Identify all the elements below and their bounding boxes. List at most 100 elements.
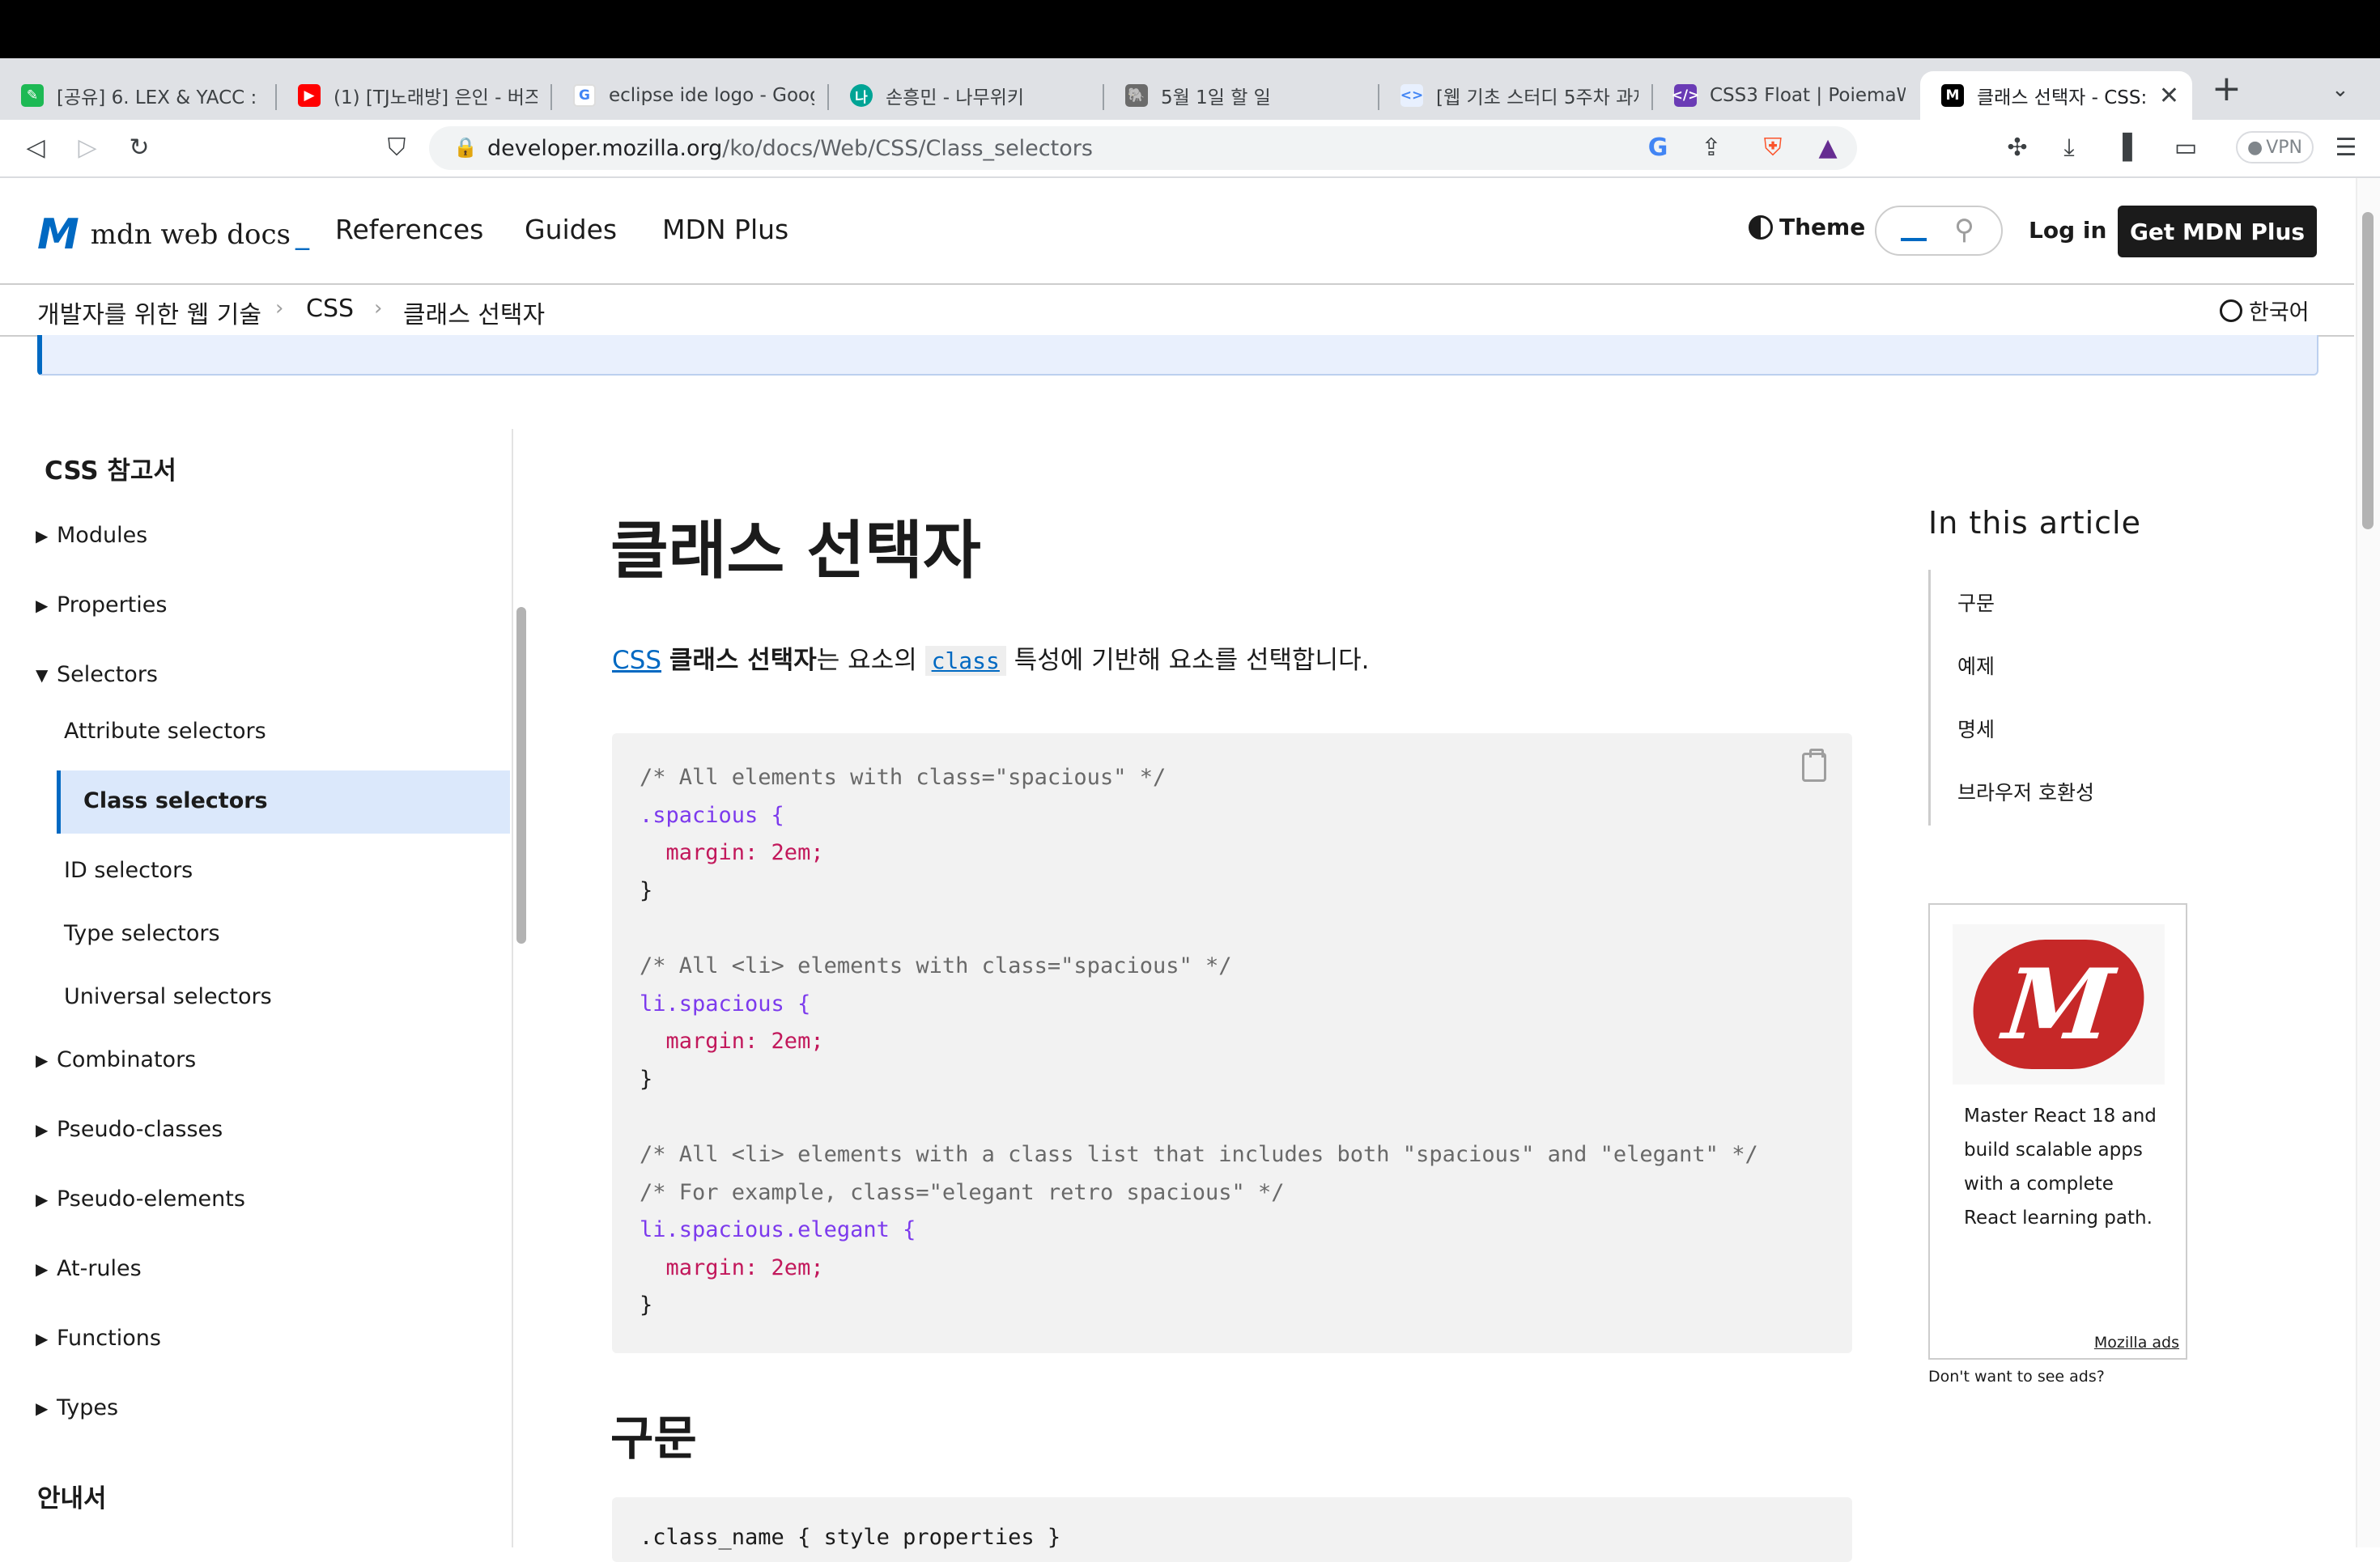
sidebar-item-class-selectors[interactable]: Class selectors	[57, 770, 510, 834]
copy-clipboard-icon[interactable]	[1802, 749, 1826, 782]
forward-arrow-icon[interactable]: ▷	[71, 131, 104, 163]
namuwiki-icon: 나	[850, 84, 873, 107]
triangle-right-icon: ▶	[36, 1259, 49, 1279]
theme-button[interactable]: Theme	[1749, 214, 1865, 240]
sidebar-toggle-icon[interactable]: ▐	[2106, 131, 2139, 163]
sidebar-scrollbar[interactable]	[516, 607, 526, 944]
download-icon[interactable]: ⤓	[2053, 131, 2085, 163]
sidebar-item-selectors[interactable]: ▼ Selectors	[36, 662, 158, 687]
sidebar-item-pseudo-elements[interactable]: ▶ Pseudo-elements	[36, 1186, 245, 1212]
page-scrollbar[interactable]	[2362, 212, 2374, 529]
browser-tab[interactable]: <> [웹 기초 스터디 5주차 과제	[1379, 71, 1651, 120]
advertisement[interactable]: M Master React 18 and build scalable app…	[1928, 903, 2187, 1360]
sidebar-item-type-selectors[interactable]: Type selectors	[64, 921, 220, 946]
triangle-right-icon: ▶	[36, 595, 49, 615]
sidebar: CSS 참고서 ▶ Modules ▶ Properties ▼ Selectors …	[0, 429, 513, 1547]
toc-divider	[1928, 570, 1931, 826]
sidebar-item-attribute-selectors[interactable]: Attribute selectors	[64, 719, 266, 744]
browser-tab[interactable]: </> CSS3 Float | PoiemaWe	[1653, 71, 1919, 120]
sidebar-item-universal-selectors[interactable]: Universal selectors	[64, 984, 272, 1009]
youtube-icon: ▶	[298, 84, 321, 107]
language-switcher[interactable]: 한국어	[2220, 295, 2310, 326]
new-tab-button[interactable]: +	[2212, 71, 2242, 107]
chevron-right-icon: ›	[275, 296, 284, 320]
sidebar-item-pseudo-classes[interactable]: ▶ Pseudo-classes	[36, 1117, 223, 1142]
code-arrows-icon: <>	[1400, 84, 1423, 107]
menu-hamburger-icon[interactable]: ☰	[2330, 131, 2362, 163]
css-link[interactable]: CSS	[612, 646, 661, 675]
back-arrow-icon[interactable]: ◁	[19, 131, 52, 163]
elephant-icon: 🐘	[1125, 84, 1148, 107]
browser-tab[interactable]: ▶ (1) [TJ노래방] 은인 - 버즈	[277, 71, 550, 120]
mozilla-ads-link[interactable]: Mozilla ads	[2094, 1334, 2179, 1352]
mdn-icon: M	[1941, 84, 1964, 107]
notice-banner	[37, 335, 2318, 376]
brave-shield-icon[interactable]: ⛨	[1757, 131, 1789, 163]
triangle-right-icon: ▶	[36, 1189, 49, 1209]
breadcrumb-item[interactable]: CSS	[306, 295, 354, 323]
poiema-icon: </>	[1672, 84, 1699, 107]
sidebar-title: CSS 참고서	[45, 456, 176, 486]
search-input[interactable]: ⚲	[1875, 206, 2003, 256]
vpn-button[interactable]: ● VPN	[2236, 131, 2314, 163]
react-course-logo-icon: M	[1966, 940, 2151, 1069]
syntax-code-block: .class_name { style properties }	[612, 1497, 1852, 1562]
bookmark-icon[interactable]: ⛉	[380, 131, 413, 163]
nav-mdn-plus[interactable]: MDN Plus	[662, 214, 788, 245]
extensions-puzzle-icon[interactable]: ✣	[2001, 131, 2034, 163]
brave-rewards-triangle-icon[interactable]: ▲	[1812, 131, 1844, 163]
browser-tab[interactable]: 🐘 5월 1일 할 일	[1104, 71, 1378, 120]
code-example: /* All elements with class="spacious" */…	[612, 733, 1852, 1353]
sidebar-item-modules[interactable]: ▶ Modules	[36, 523, 147, 548]
nav-references[interactable]: References	[335, 214, 483, 245]
ad-optout-link[interactable]: Don't want to see ads?	[1928, 1368, 2105, 1386]
theme-contrast-icon	[1749, 214, 1773, 240]
toc-title: In this article	[1928, 505, 2141, 541]
lock-icon: 🔒	[453, 136, 478, 159]
sidebar-item-id-selectors[interactable]: ID selectors	[64, 858, 193, 883]
nav-guides[interactable]: Guides	[525, 214, 617, 245]
sidebar-item-combinators[interactable]: ▶ Combinators	[36, 1047, 196, 1072]
system-top-bar	[0, 0, 2380, 58]
chevron-right-icon: ›	[374, 296, 383, 320]
page-title: 클래스 선택자	[610, 515, 981, 588]
close-tab-icon[interactable]: ✕	[2149, 82, 2179, 110]
triangle-right-icon: ▶	[36, 1328, 49, 1348]
login-link[interactable]: Log in	[2029, 217, 2106, 244]
globe-icon	[2220, 299, 2242, 322]
google-icon: G	[573, 84, 596, 107]
sidebar-item-types[interactable]: ▶ Types	[36, 1395, 118, 1420]
mdn-m-icon: M	[37, 210, 79, 259]
sidebar-item-at-rules[interactable]: ▶ At-rules	[36, 1256, 142, 1281]
sidebar-item-functions[interactable]: ▶ Functions	[36, 1326, 161, 1351]
wallet-icon[interactable]: ▭	[2170, 131, 2202, 163]
browser-tab[interactable]: 나 손흥민 - 나무위키	[829, 71, 1103, 120]
class-attribute-link[interactable]: class	[924, 646, 1006, 676]
mdn-header: M mdn web docs _ References Guides MDN P…	[0, 178, 2354, 285]
share-icon[interactable]: ⇪	[1695, 131, 1728, 163]
sidebar-guide-title: 안내서	[37, 1484, 107, 1513]
ad-image: M	[1953, 924, 2165, 1084]
triangle-down-icon: ▼	[36, 664, 49, 685]
breadcrumb: 개발자를 위한 웹 기술 › CSS › 클래스 선택자 한국어	[0, 285, 2354, 337]
toc-item[interactable]: 구문	[1957, 588, 1995, 617]
browser-tab[interactable]: G eclipse ide logo - Goog	[552, 71, 827, 120]
breadcrumb-item[interactable]: 클래스 선택자	[403, 295, 545, 330]
tab-search-chevron-icon[interactable]: ⌄	[2331, 78, 2349, 102]
reload-icon[interactable]: ↻	[123, 131, 155, 163]
browser-tab[interactable]: ✎ [공유] 6. LEX & YACC : L	[0, 71, 275, 120]
get-mdn-plus-button[interactable]: Get MDN Plus	[2118, 206, 2317, 257]
toc-item[interactable]: 명세	[1957, 714, 1995, 743]
breadcrumb-item[interactable]: 개발자를 위한 웹 기술	[37, 295, 261, 330]
toc-item[interactable]: 예제	[1957, 651, 1995, 680]
triangle-right-icon: ▶	[36, 1398, 49, 1418]
sidebar-item-properties[interactable]: ▶ Properties	[36, 592, 167, 618]
ad-text: Master React 18 and build scalable apps …	[1964, 1106, 2157, 1229]
article-intro: CSS 클래스 선택자는 요소의 class 특성에 기반해 요소를 선택합니다…	[612, 646, 1370, 676]
toc-item[interactable]: 브라우저 호환성	[1957, 777, 2094, 806]
google-lens-icon[interactable]: G	[1642, 131, 1674, 163]
mdn-logo[interactable]: M mdn web docs _	[37, 214, 309, 256]
triangle-right-icon: ▶	[36, 525, 49, 545]
browser-tab-active[interactable]: M 클래스 선택자 - CSS: C ✕	[1920, 71, 2192, 120]
browser-toolbar: ◁ ▷ ↻ ⛉ 🔒 developer.mozilla.org/ko/docs/…	[0, 120, 2380, 178]
